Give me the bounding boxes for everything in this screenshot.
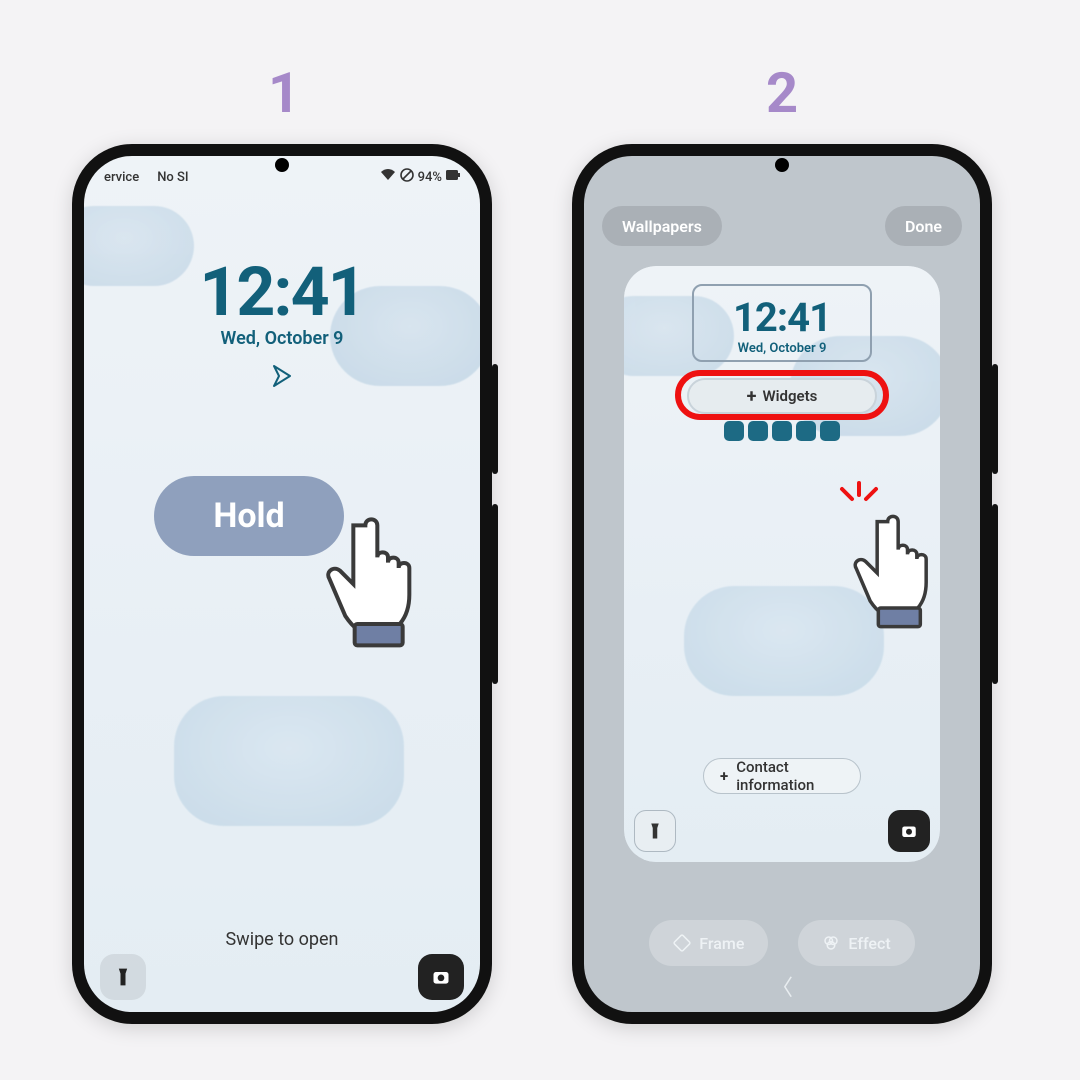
step-number-1: 1	[268, 60, 300, 126]
camera-notch	[275, 158, 289, 172]
widget-icon	[820, 421, 840, 441]
power-button	[992, 364, 998, 474]
clock-time: 12:41	[84, 252, 480, 332]
frame-icon	[673, 934, 691, 952]
wallpapers-label: Wallpapers	[622, 217, 702, 236]
do-not-disturb-icon	[400, 168, 414, 186]
phone-mockup-2: Wallpapers Done 12:41 Wed, October 9 + W…	[572, 144, 992, 1024]
lock-screen[interactable]: ervice No SI 94% 12:41 Wed, October 9	[84, 156, 480, 1012]
widget-icon	[724, 421, 744, 441]
effect-icon	[822, 934, 840, 952]
done-button[interactable]: Done	[885, 206, 962, 246]
frame-label: Frame	[699, 934, 744, 953]
wifi-icon	[380, 169, 396, 185]
frame-button[interactable]: Frame	[649, 920, 768, 966]
cloud-icon	[174, 696, 404, 826]
hand-pointer-icon	[314, 496, 454, 656]
lock-clock: 12:41 Wed, October 9	[84, 252, 480, 389]
camera-shortcut[interactable]	[418, 954, 464, 1000]
effect-button[interactable]: Effect	[798, 920, 914, 966]
effect-label: Effect	[848, 934, 890, 953]
widget-icon	[796, 421, 816, 441]
sim-text: No SI	[157, 170, 188, 185]
carrier-text: ervice	[104, 170, 139, 185]
power-button	[492, 364, 498, 474]
add-contact-info-button[interactable]: + Contact information	[703, 758, 861, 794]
editor-bottom-bar: Frame Effect	[584, 920, 980, 966]
flashlight-shortcut[interactable]	[100, 954, 146, 1000]
clock-time: 12:41	[694, 294, 870, 341]
phone-mockup-1: ervice No SI 94% 12:41 Wed, October 9	[72, 144, 492, 1024]
battery-text: 94%	[418, 170, 442, 185]
hand-pointer-icon	[844, 496, 940, 636]
widget-icon	[748, 421, 768, 441]
highlight-ring	[675, 370, 889, 420]
clock-date: Wed, October 9	[84, 328, 480, 349]
volume-button	[492, 504, 498, 684]
play-store-icon[interactable]	[269, 363, 295, 389]
plus-icon: +	[720, 767, 728, 785]
contact-label: Contact information	[736, 758, 844, 794]
step-number-2: 2	[766, 60, 798, 126]
camera-notch	[775, 158, 789, 172]
clock-date: Wed, October 9	[694, 341, 870, 356]
clock-widget-frame[interactable]: 12:41 Wed, October 9	[692, 284, 872, 362]
camera-shortcut[interactable]	[888, 810, 930, 852]
battery-icon	[446, 169, 460, 185]
widget-icon	[772, 421, 792, 441]
hold-label: Hold	[213, 496, 284, 536]
lockscreen-preview[interactable]: 12:41 Wed, October 9 + Widgets +	[624, 266, 940, 862]
wallpapers-button[interactable]: Wallpapers	[602, 206, 722, 246]
widget-icons-row	[724, 421, 840, 441]
back-chevron-icon[interactable]: 〈	[771, 970, 793, 1002]
volume-button	[992, 504, 998, 684]
swipe-hint: Swipe to open	[84, 929, 480, 950]
flashlight-shortcut[interactable]	[634, 810, 676, 852]
done-label: Done	[905, 217, 942, 236]
lockscreen-editor: Wallpapers Done 12:41 Wed, October 9 + W…	[584, 156, 980, 1012]
